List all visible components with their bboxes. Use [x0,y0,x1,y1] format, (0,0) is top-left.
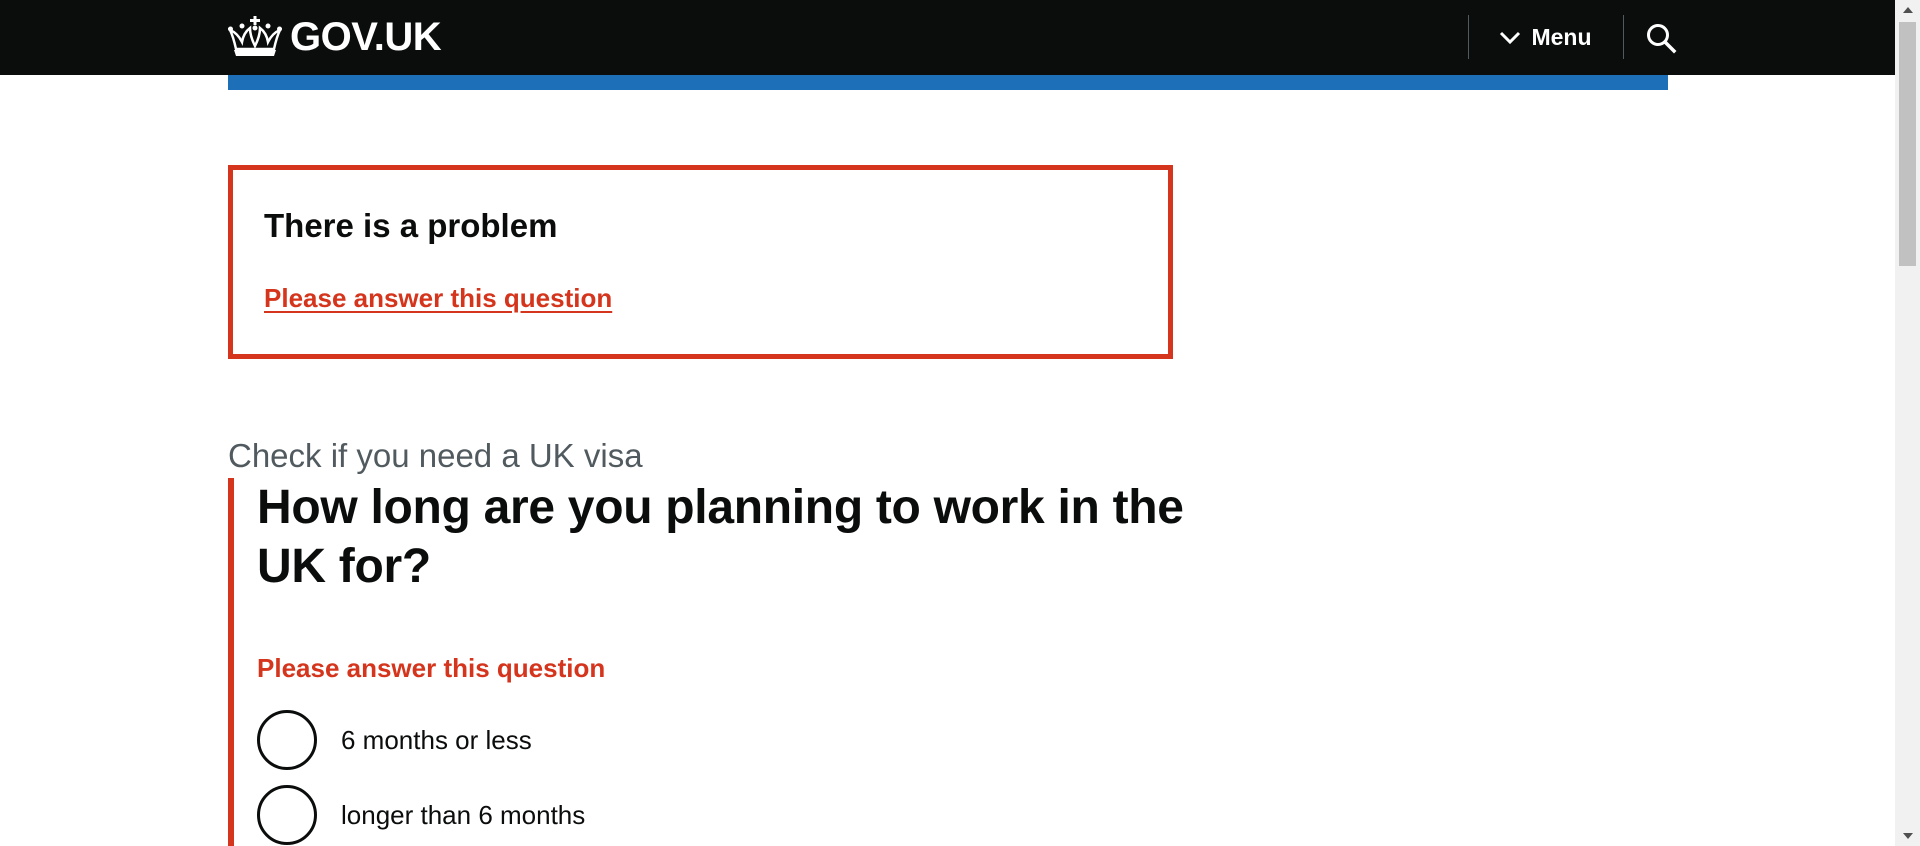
radio-input[interactable] [257,785,317,845]
scroll-up-arrow-icon[interactable] [1895,0,1920,20]
page-caption: Check if you need a UK visa [228,437,643,474]
govuk-logo-link[interactable]: GOV.UK [228,14,442,60]
search-icon [1646,23,1676,53]
search-button[interactable] [1623,0,1698,75]
scroll-down-arrow-icon[interactable] [1895,826,1920,846]
radio-label: 6 months or less [341,725,532,755]
header-accent-bar [228,75,1668,90]
vertical-scrollbar[interactable] [1895,0,1920,846]
field-error-message: Please answer this question [257,653,606,683]
menu-button[interactable]: Menu [1468,0,1623,75]
radio-input[interactable] [257,710,317,770]
crown-icon [228,16,282,56]
error-summary-link[interactable]: Please answer this question [264,282,612,314]
site-header: GOV.UK Menu [0,0,1895,75]
question-heading: How long are you planning to work in the… [257,481,1184,593]
logo-text: GOV.UK [290,15,442,59]
menu-label: Menu [1531,24,1592,50]
error-summary: There is a problem Please answer this qu… [228,165,1173,359]
radio-option-6-months-or-less[interactable]: 6 months or less [257,710,532,770]
page: GOV.UK Menu There is a problem Please an… [0,0,1920,846]
scrollbar-thumb[interactable] [1899,22,1916,266]
error-summary-title: There is a problem [264,207,558,244]
radio-label: longer than 6 months [341,800,586,830]
form-group-error: How long are you planning to work in the… [228,478,1228,846]
chevron-down-icon [1500,31,1521,44]
header-container: GOV.UK Menu [228,0,1676,75]
radio-option-longer-than-6-months[interactable]: longer than 6 months [257,785,585,845]
